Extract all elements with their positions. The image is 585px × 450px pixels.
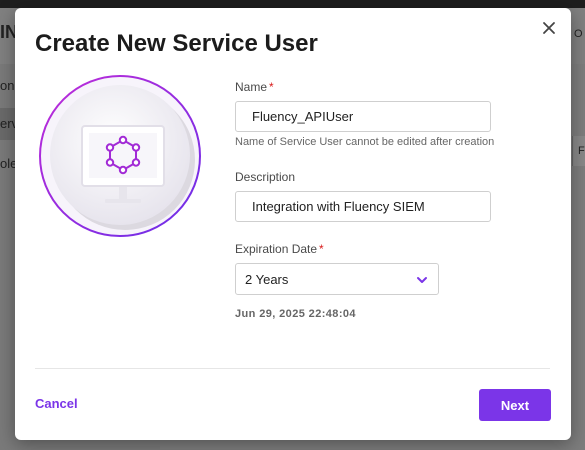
footer-divider	[35, 368, 550, 369]
next-button[interactable]: Next	[479, 389, 551, 421]
monitor-hexagon-icon	[39, 75, 201, 237]
description-label: Description	[235, 170, 296, 184]
close-button[interactable]	[541, 20, 557, 36]
chevron-down-icon	[417, 277, 427, 283]
close-icon	[543, 22, 555, 34]
expiration-date-label: Expiration Date *	[235, 242, 324, 256]
required-marker: *	[319, 242, 324, 256]
sidebar-item: ole	[0, 156, 16, 171]
description-input[interactable]	[235, 191, 491, 222]
dialog-title: Create New Service User	[35, 30, 318, 57]
sidebar-item-selected: erv	[0, 108, 16, 140]
app-filter-box-label: F	[578, 145, 585, 157]
expiration-select-value: 2 Years	[245, 272, 289, 287]
expiration-select[interactable]: 2 Years	[235, 263, 439, 295]
service-user-illustration	[39, 74, 205, 240]
name-input[interactable]	[235, 101, 491, 132]
app-header-right-fragment: O	[574, 28, 583, 40]
required-marker: *	[269, 80, 274, 94]
expiration-computed-date: Jun 29, 2025 22:48:04	[235, 308, 356, 320]
cancel-button[interactable]: Cancel	[35, 396, 78, 411]
app-topbar	[0, 0, 585, 8]
name-hint: Name of Service User cannot be edited af…	[235, 136, 495, 148]
create-service-user-dialog: Create New Service User Name * Fluency_A…	[15, 8, 571, 440]
name-label: Name *	[235, 80, 274, 94]
sidebar-item: on	[0, 78, 15, 93]
service-user-form: Name* Name of Service User cannot be edi…	[235, 80, 555, 320]
